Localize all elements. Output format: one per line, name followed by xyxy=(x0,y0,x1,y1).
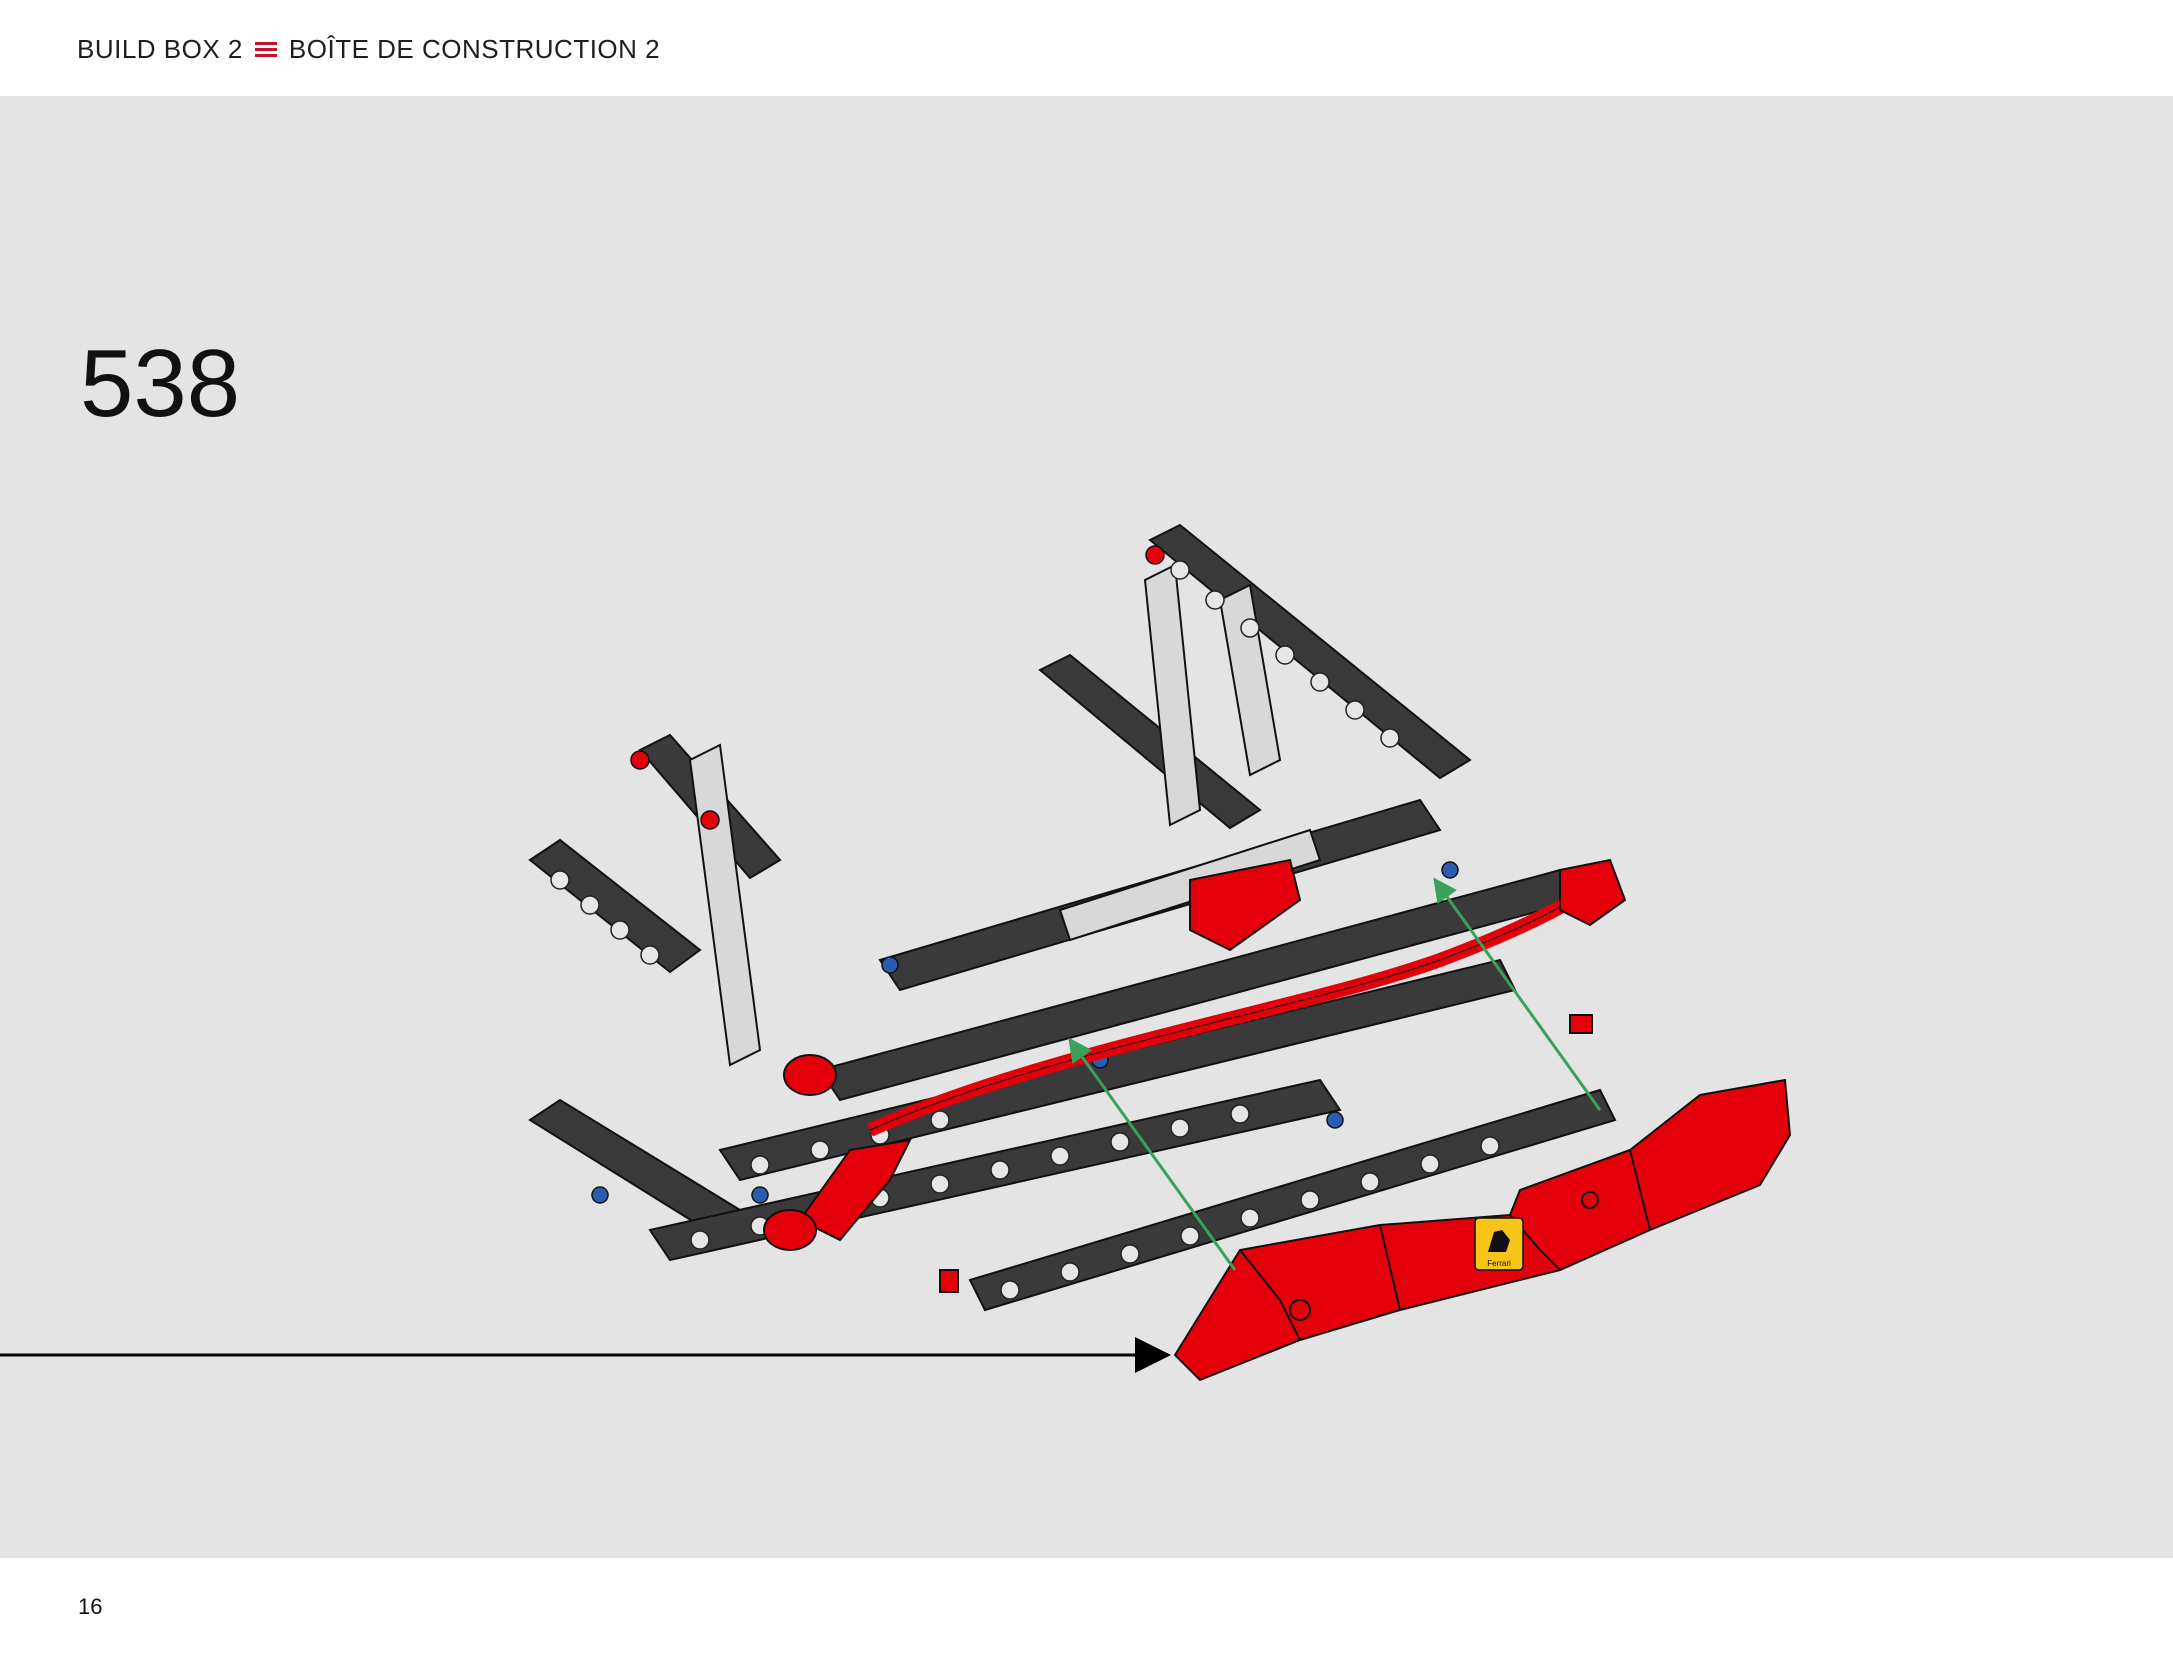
frame-right xyxy=(1143,563,1202,827)
beam-back xyxy=(1038,653,1262,830)
beam-left-lower xyxy=(528,1098,742,1234)
beam-left-upper xyxy=(528,838,702,974)
three-line-icon xyxy=(254,42,277,57)
page-header: BUILD BOX 2 BOÎTE DE CONSTRUCTION 2 xyxy=(0,0,2173,96)
header-label-en: BUILD BOX 2 xyxy=(77,34,243,64)
header-title: BUILD BOX 2 BOÎTE DE CONSTRUCTION 2 xyxy=(77,34,660,65)
ferrari-badge: Ferrari xyxy=(1474,1217,1524,1271)
page-footer: 16 xyxy=(0,1558,2173,1654)
header-label-fr: BOÎTE DE CONSTRUCTION 2 xyxy=(288,34,661,64)
badge-text: Ferrari xyxy=(1487,1259,1511,1268)
page-number: 16 xyxy=(78,1594,103,1619)
instruction-canvas: 538 Ferrari xyxy=(0,96,2173,1558)
build-step-illustration: Ferrari xyxy=(0,523,1792,1382)
frame-left xyxy=(688,743,762,1067)
beam-top-right xyxy=(1148,523,1472,780)
red-connector-right xyxy=(1559,858,1627,927)
